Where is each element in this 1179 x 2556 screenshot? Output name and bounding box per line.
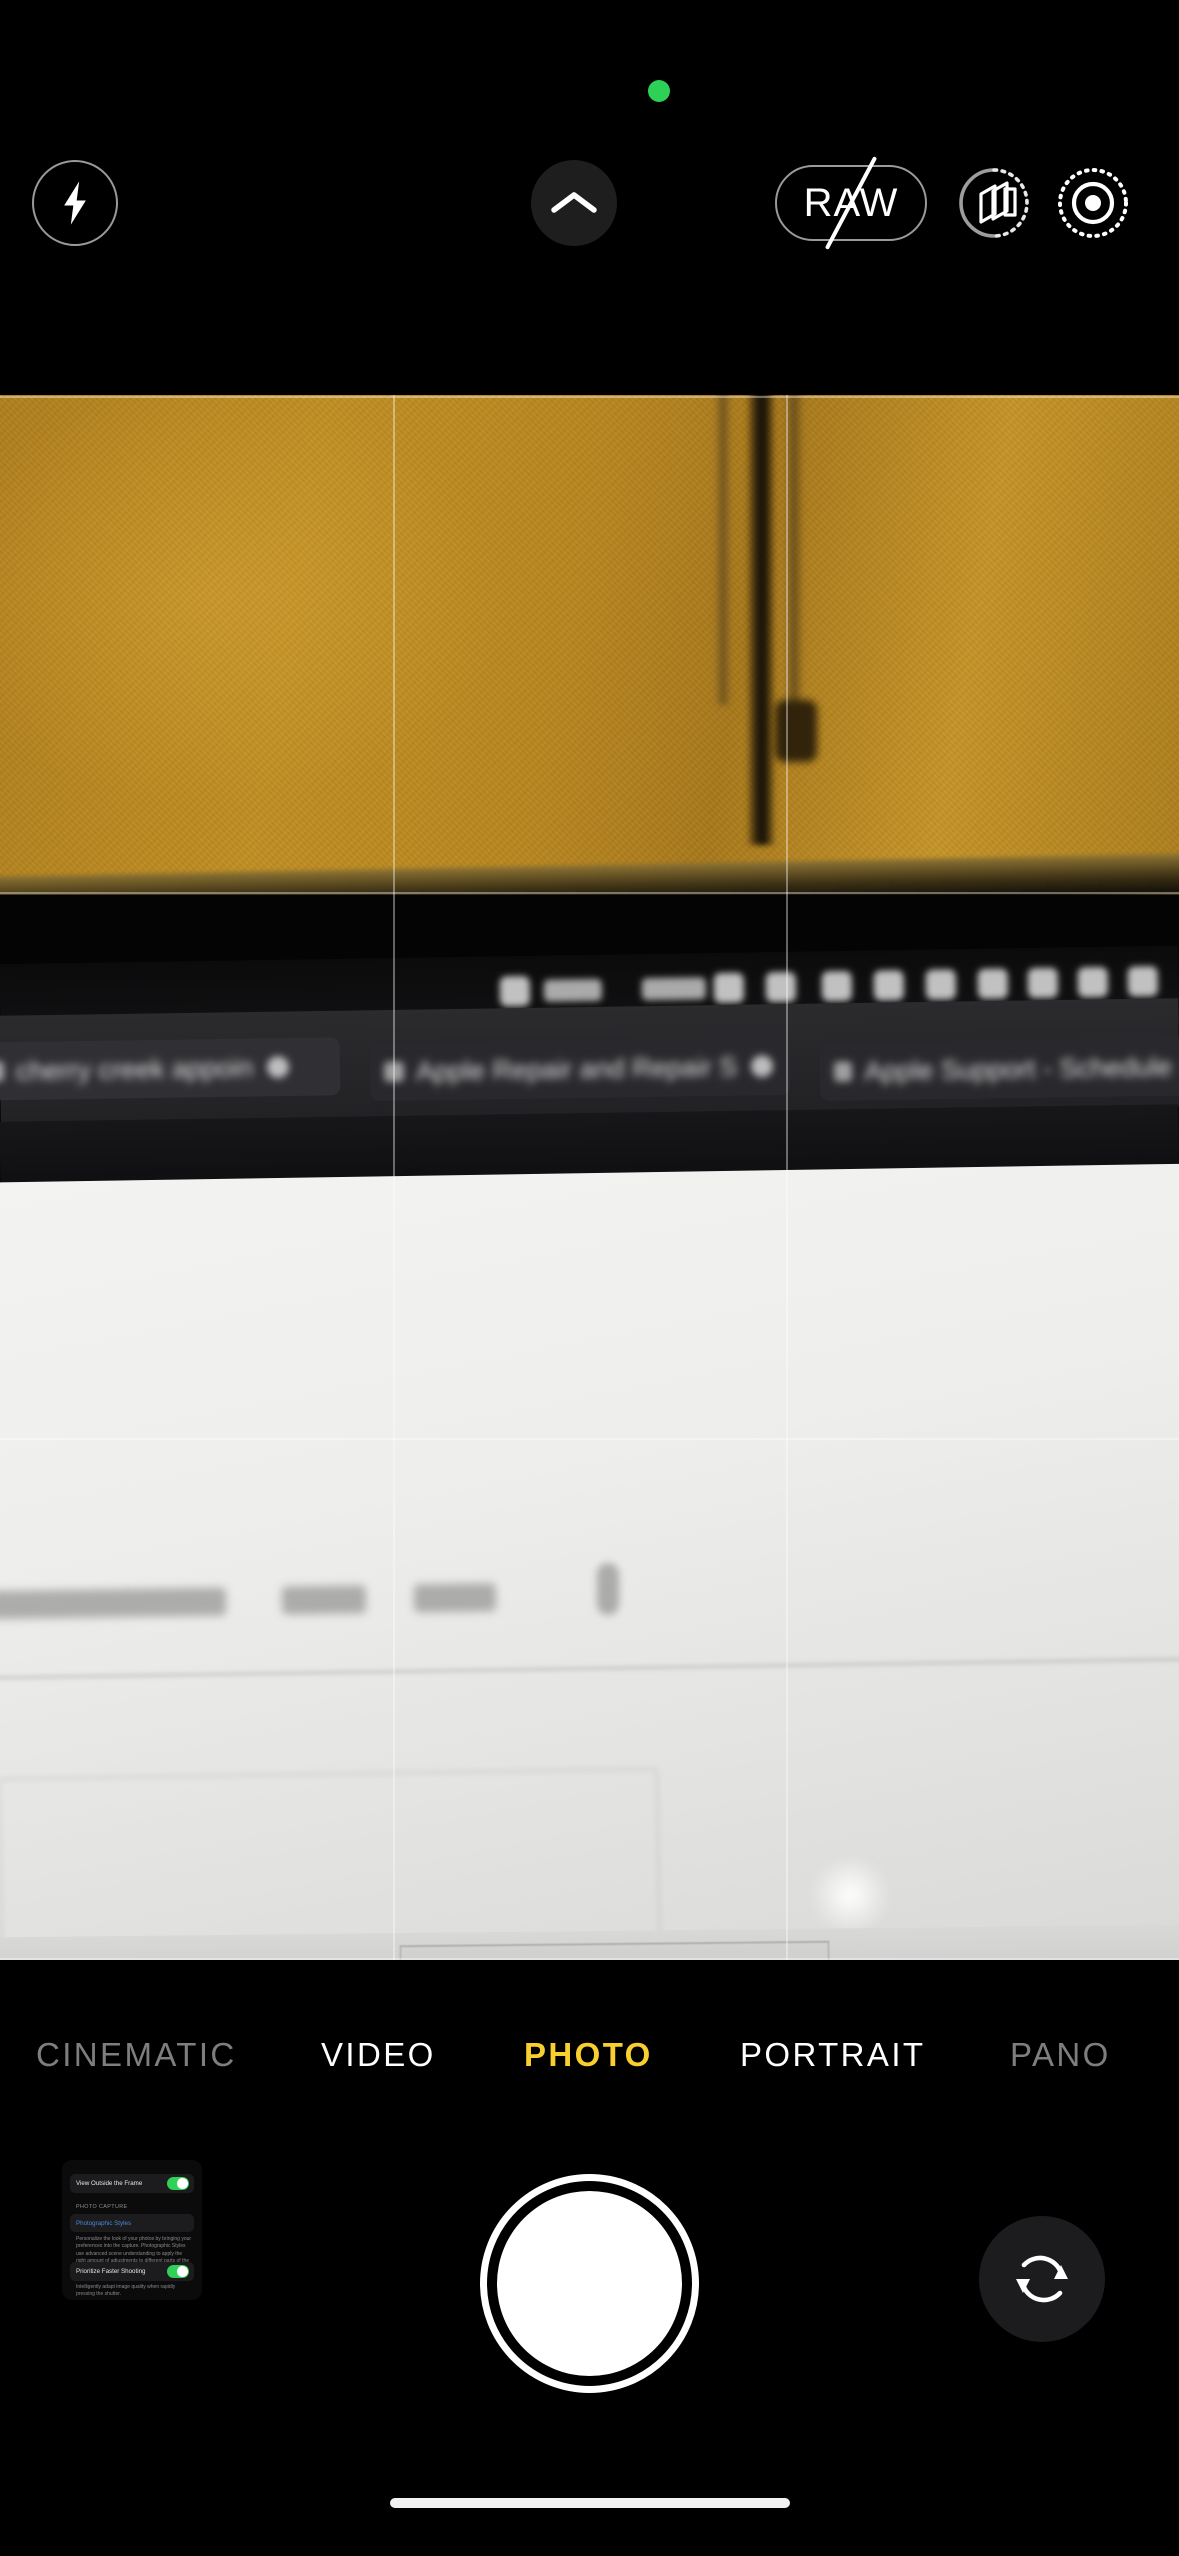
thumbnail-toggle <box>167 2265 189 2278</box>
thumbnail-section-header: PHOTO CAPTURE <box>76 2204 128 2210</box>
shutter-core <box>497 2191 682 2376</box>
camera-mode-selector[interactable]: CINEMATIC VIDEO PHOTO PORTRAIT PANO <box>0 2022 1179 2088</box>
scene-tab-label: Apple Repair and Repair S <box>415 1051 738 1086</box>
mode-portrait[interactable]: PORTRAIT <box>740 2036 925 2074</box>
scene-pole-right <box>785 395 803 705</box>
camera-in-use-indicator <box>648 80 670 102</box>
camera-app-screen: RAW <box>0 0 1179 2556</box>
photo-library-thumbnail[interactable]: View Outside the Frame PHOTO CAPTURE Pho… <box>62 2160 202 2300</box>
live-photo-icon <box>1058 168 1128 238</box>
flash-bolt-icon <box>64 181 86 225</box>
thumbnail-setting-label: Prioritize Faster Shooting <box>76 2268 146 2275</box>
live-photo-button[interactable] <box>1052 162 1134 244</box>
thumbnail-link-row: Photographic Styles <box>70 2214 194 2232</box>
thumbnail-setting-row: View Outside the Frame <box>70 2174 194 2193</box>
scene-tab-favicon <box>833 1061 853 1082</box>
scene-pole-left <box>715 395 731 705</box>
scene-shelf-panel <box>399 1940 831 1960</box>
scene-tab-close-icon <box>266 1056 290 1079</box>
mode-pano[interactable]: PANO <box>1010 2036 1111 2074</box>
photographic-styles-icon <box>959 168 1029 238</box>
thumbnail-setting-label: View Outside the Frame <box>76 2180 143 2187</box>
photographic-styles-button[interactable] <box>953 162 1035 244</box>
mode-cinematic[interactable]: CINEMATIC <box>36 2036 237 2074</box>
raw-toggle-button[interactable]: RAW <box>775 156 927 250</box>
camera-viewfinder[interactable]: cherry creek appoin Apple Repair and Rep… <box>0 395 1179 1960</box>
scene-tab-close-icon <box>751 1055 774 1078</box>
scene-screen-glare <box>805 1860 895 1930</box>
top-control-bar: RAW <box>0 156 1179 270</box>
shutter-button[interactable] <box>480 2174 699 2393</box>
scene-tab-favicon <box>383 1061 405 1082</box>
scene-knob <box>775 700 817 762</box>
camera-flip-button[interactable] <box>979 2216 1105 2342</box>
scene-browser-tab: Apple Repair and Repair S <box>369 1036 791 1102</box>
scene-mic-icon <box>597 1563 619 1615</box>
scene-tab-favicon <box>0 1061 5 1082</box>
thumbnail-description: Intelligently adapt image quality when r… <box>76 2284 176 2298</box>
expand-controls-button[interactable] <box>531 160 617 246</box>
chevron-up-icon <box>551 192 597 213</box>
home-indicator[interactable] <box>390 2498 790 2508</box>
mode-video[interactable]: VIDEO <box>321 2036 436 2074</box>
thumbnail-setting-row: Prioritize Faster Shooting <box>70 2262 194 2281</box>
scene-wall <box>0 395 1179 900</box>
thumbnail-link-label: Photographic Styles <box>76 2219 132 2227</box>
mode-photo[interactable]: PHOTO <box>524 2036 653 2074</box>
thumbnail-toggle <box>167 2177 189 2190</box>
flash-button[interactable] <box>32 160 118 246</box>
scene-tab-label: Apple Support - Schedule <box>864 1051 1173 1086</box>
scene-tab-label: cherry creek appoin <box>15 1052 254 1086</box>
scene-pole <box>748 395 774 845</box>
scene-browser-tab: cherry creek appoin <box>0 1037 341 1101</box>
scene-browser-tab: Apple Support - Schedule <box>819 1037 1179 1101</box>
camera-rotate-icon <box>1016 2255 1068 2303</box>
